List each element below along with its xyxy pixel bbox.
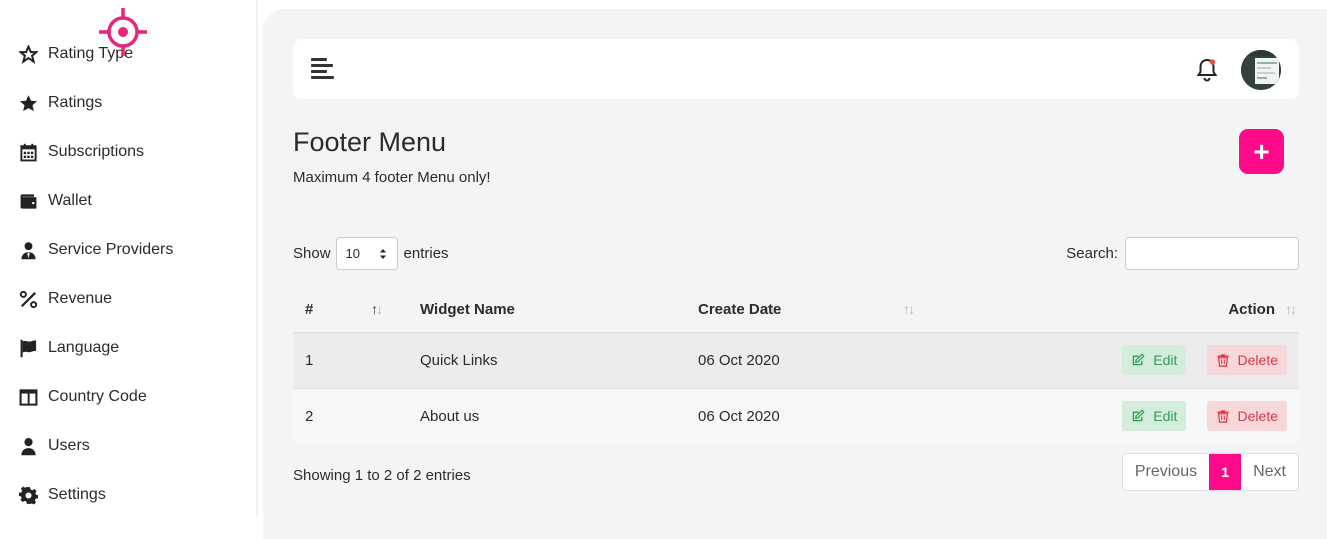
widget-name: About us: [408, 388, 686, 444]
sidebar-item-country-code[interactable]: Country Code: [18, 383, 147, 411]
search-control: Search:: [1066, 237, 1299, 270]
column-header-widget-name[interactable]: Widget Name ↑↓: [408, 288, 776, 333]
top-bar: [293, 39, 1299, 99]
percent-icon: [18, 289, 38, 309]
widget-name: Quick Links: [408, 332, 686, 389]
page-1-button[interactable]: 1: [1209, 454, 1242, 490]
sidebar-item-revenue[interactable]: Revenue: [18, 285, 112, 313]
crosshair-target-icon: [99, 8, 147, 56]
show-label: Show: [293, 245, 331, 262]
search-input[interactable]: [1125, 237, 1299, 270]
trash-icon: [1216, 410, 1229, 423]
menu-toggle-icon[interactable]: [311, 57, 337, 81]
add-footer-menu-button[interactable]: +: [1239, 129, 1284, 174]
sidebar-item-ratings[interactable]: Ratings: [18, 89, 102, 117]
delete-button[interactable]: Delete: [1206, 345, 1287, 375]
sidebar-item-label: Users: [48, 437, 90, 454]
column-header-action[interactable]: Action ↑↓: [939, 288, 1299, 333]
gear-icon: [18, 485, 38, 505]
sidebar-item-wallet[interactable]: Wallet: [18, 187, 92, 215]
sidebar-item-subscriptions[interactable]: Subscriptions: [18, 138, 144, 166]
avatar[interactable]: [1241, 50, 1281, 90]
row-actions: Edit Delete: [939, 388, 1299, 444]
sort-icon[interactable]: ↑↓: [371, 301, 383, 317]
column-header-number[interactable]: # ↑↓: [293, 288, 408, 333]
sidebar-item-language[interactable]: Language: [18, 334, 119, 362]
sidebar-item-label: Service Providers: [48, 241, 174, 258]
table-row: 1 Quick Links 06 Oct 2020 Edit Delete: [293, 332, 1299, 389]
sort-icon[interactable]: ↑↓: [1285, 301, 1297, 317]
entries-label: entries: [403, 245, 449, 262]
sidebar-item-label: Ratings: [48, 94, 103, 111]
sidebar: Rating Type Ratings Subscriptions Wallet…: [0, 0, 258, 517]
page-subtitle: Maximum 4 footer Menu only!: [293, 169, 491, 186]
page-length-value: 10: [345, 246, 360, 261]
sidebar-item-label: Subscriptions: [48, 143, 145, 160]
wallet-icon: [18, 191, 38, 211]
sidebar-item-label: Country Code: [48, 388, 147, 405]
page-length-control: Show 10 entries: [293, 237, 449, 270]
pagination: Previous 1 Next: [1121, 453, 1299, 491]
star-outline-icon: [18, 44, 38, 64]
create-date: 06 Oct 2020: [686, 388, 939, 444]
row-number: 2: [293, 388, 408, 444]
star-icon: [18, 93, 38, 113]
sidebar-item-label: Revenue: [48, 290, 113, 307]
calendar-icon: [18, 142, 38, 162]
create-date: 06 Oct 2020: [686, 332, 939, 389]
previous-page-button[interactable]: Previous: [1123, 454, 1209, 490]
sidebar-item-users[interactable]: Users: [18, 432, 90, 460]
sidebar-item-label: Settings: [48, 486, 106, 503]
footer-menu-table: # ↑↓ Widget Name ↑↓ Create Date ↑↓ Actio…: [293, 288, 1299, 444]
next-page-button[interactable]: Next: [1241, 454, 1298, 490]
delete-button[interactable]: Delete: [1206, 401, 1287, 432]
row-number: 1: [293, 332, 408, 389]
page-length-select[interactable]: 10: [335, 237, 398, 270]
sidebar-item-service-providers[interactable]: Service Providers: [18, 236, 173, 264]
table-info: Showing 1 to 2 of 2 entries: [293, 467, 471, 484]
sort-icon[interactable]: ↑↓: [903, 301, 915, 317]
select-arrows-icon: [379, 248, 386, 259]
user-icon: [18, 436, 38, 456]
sidebar-item-label: Language: [48, 339, 120, 356]
edit-button[interactable]: Edit: [1122, 345, 1187, 375]
page-title: Footer Menu: [293, 127, 447, 157]
flag-icon: [18, 338, 38, 358]
sidebar-item-label: Wallet: [48, 192, 92, 209]
edit-icon: [1132, 409, 1145, 422]
edit-button[interactable]: Edit: [1122, 401, 1187, 432]
column-header-create-date[interactable]: Create Date ↑↓: [686, 288, 939, 333]
edit-icon: [1132, 353, 1145, 366]
columns-icon: [18, 387, 38, 407]
search-label: Search:: [1066, 245, 1118, 262]
bell-icon[interactable]: [1195, 57, 1219, 83]
main-panel: Footer Menu Maximum 4 footer Menu only! …: [263, 9, 1327, 539]
user-tie-icon: [18, 240, 38, 260]
sidebar-item-settings[interactable]: Settings: [18, 481, 106, 509]
row-actions: Edit Delete: [939, 332, 1299, 389]
table-row: 2 About us 06 Oct 2020 Edit Delete: [293, 388, 1299, 444]
trash-icon: [1216, 354, 1229, 367]
